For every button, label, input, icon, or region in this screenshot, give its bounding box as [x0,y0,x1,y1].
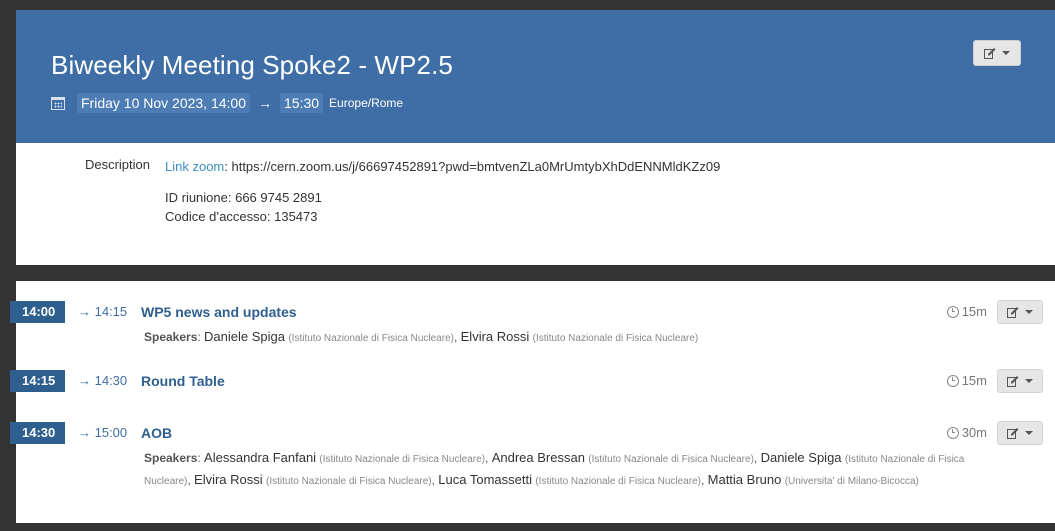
description-link-line: Link zoom: https://cern.zoom.us/j/666974… [165,157,1055,176]
edit-icon [1007,306,1019,318]
event-end-time: 15:30 [280,93,324,113]
timetable: 14:00 → 14:15 WP5 news and updates 15m S… [10,281,1055,523]
timetable-item: 14:00 → 14:15 WP5 news and updates 15m S… [10,300,1055,351]
speaker-affiliation: (Istituto Nazionale di Fisica Nucleare) [588,454,754,465]
item-end-time: → 14:30 [78,373,128,388]
item-edit-button[interactable] [997,369,1043,393]
speaker-name: Elvira Rossi [460,329,530,344]
speaker-name: Daniele Spiga [204,329,285,344]
event-timezone: Europe/Rome [329,96,404,110]
speakers-label: Speakers [144,451,198,465]
speaker-affiliation: (Istituto Nazionale di Fisica Nucleare) [319,454,486,465]
item-start-time: 14:30 [10,422,66,444]
item-start-time: 14:15 [10,370,66,392]
chevron-down-icon [1025,310,1033,314]
edit-icon [984,47,996,59]
clock-icon [946,306,959,318]
duration-value: 15m [961,373,987,388]
item-duration: 15m [946,301,987,323]
speaker-affiliation: (Istituto Nazionale di Fisica Nucleare) [266,476,432,487]
item-speakers: Speakers: Daniele Spiga (Istituto Nazion… [144,329,699,344]
speaker-name: Daniele Spiga [760,450,842,465]
item-title[interactable]: Round Table [141,370,225,392]
edit-icon [1007,375,1019,387]
speaker-name: Luca Tomassetti [438,472,532,487]
description-label: Description [84,157,150,172]
zoom-url: : https://cern.zoom.us/j/66697452891?pwd… [224,159,721,174]
clock-icon [946,427,959,439]
speaker-name: Elvira Rossi [194,472,263,487]
event-start-date: Friday 10 Nov 2023, 14:00 [77,93,250,113]
timetable-item: 14:15 → 14:30 Round Table 15m [10,369,1055,394]
date-arrow: → [258,95,272,111]
chevron-down-icon [1002,51,1010,55]
speaker-affiliation: (Istituto Nazionale di Fisica Nucleare) [288,333,454,344]
clock-icon [946,375,959,387]
chevron-down-icon [1025,379,1033,383]
item-title[interactable]: WP5 news and updates [141,301,297,323]
event-card: Biweekly Meeting Spoke2 - WP2.5 Friday 1… [16,10,1055,265]
meeting-id: ID riunione: 666 9745 2891 [165,190,322,205]
duration-value: 30m [961,425,987,440]
speaker-name: Andrea Bressan [491,450,585,465]
speaker-affiliation: (Istituto Nazionale di Fisica Nucleare) [535,476,701,487]
item-end-time: → 15:00 [78,425,128,440]
access-code: Codice d’accesso: 135473 [165,209,318,224]
chevron-down-icon [1025,431,1033,435]
speakers-label: Speakers [144,330,198,344]
event-header: Biweekly Meeting Spoke2 - WP2.5 Friday 1… [16,10,1055,143]
page: Biweekly Meeting Spoke2 - WP2.5 Friday 1… [0,0,1055,531]
speaker-name: Alessandra Fanfani [204,450,317,465]
speaker-name: Mattia Bruno [707,472,782,487]
speaker-affiliation: (Istituto Nazionale di Fisica Nucleare) [532,333,699,344]
timetable-item: 14:30 → 15:00 AOB 30m Speakers: Alessand… [10,421,1055,517]
event-title: Biweekly Meeting Spoke2 - WP2.5 [51,50,453,80]
event-datetime: Friday 10 Nov 2023, 14:00 → 15:30 Europe… [51,93,1055,113]
calendar-icon [51,96,65,110]
item-duration: 15m [946,370,987,392]
speaker-affiliation: (Universita' di Milano-Bicocca) [784,476,919,487]
event-description: Description Link zoom: https://cern.zoom… [16,143,1055,226]
item-title[interactable]: AOB [141,422,172,444]
item-edit-button[interactable] [997,421,1043,445]
item-speakers: Speakers: Alessandra Fanfani (Istituto N… [144,450,965,487]
item-duration: 30m [946,422,987,444]
zoom-link[interactable]: Link zoom [165,159,224,174]
item-edit-button[interactable] [997,300,1043,324]
edit-icon [1007,427,1019,439]
duration-value: 15m [961,304,987,319]
item-start-time: 14:00 [10,301,66,323]
item-end-time: → 14:15 [78,304,128,319]
event-edit-button[interactable] [973,40,1021,66]
